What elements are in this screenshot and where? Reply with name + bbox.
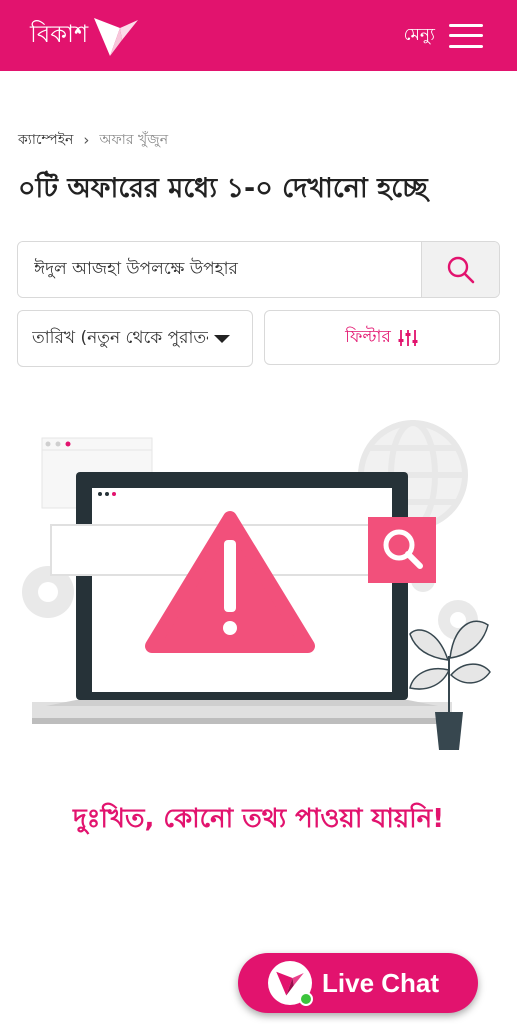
- logo-text: বিকাশ: [30, 19, 89, 48]
- plant-icon: [409, 620, 491, 750]
- filter-button[interactable]: ফিল্টার: [264, 310, 500, 365]
- sort-selected-value: তারিখ (নতুন থেকে পুরাতন): [32, 327, 208, 348]
- search-input[interactable]: [18, 242, 421, 297]
- page-title: ০টি অফারের মধ্যে ১-০ দেখানো হচ্ছে: [18, 173, 428, 204]
- live-chat-label: Live Chat: [322, 967, 440, 998]
- online-status-dot: [299, 992, 313, 1006]
- search-icon: [447, 256, 474, 283]
- caret-down-icon: [214, 334, 230, 343]
- bkash-chat-avatar: [268, 961, 313, 1006]
- no-results-illustration: [22, 420, 491, 750]
- sliders-icon: [398, 329, 418, 346]
- live-chat-button[interactable]: Live Chat: [238, 953, 478, 1013]
- breadcrumb-current: অফার খুঁজুন: [99, 132, 169, 148]
- menu-button[interactable]: মেন্যু: [404, 22, 483, 50]
- chevron-right-icon: ›: [83, 131, 90, 149]
- search-box: [17, 241, 500, 298]
- top-header: বিকাশ মেন্যু: [0, 0, 517, 71]
- search-button[interactable]: [421, 242, 499, 297]
- sort-dropdown[interactable]: তারিখ (নতুন থেকে পুরাতন): [17, 310, 253, 367]
- bird-logo-icon: [94, 17, 139, 56]
- empty-state-message: দুঃখিত, কোনো তথ্য পাওয়া যায়নি!: [72, 804, 445, 834]
- hamburger-icon: [449, 23, 483, 48]
- filter-label: ফিল্টার: [345, 326, 391, 347]
- menu-label: মেন্যু: [403, 24, 435, 45]
- bkash-logo[interactable]: বিকাশ: [30, 14, 140, 58]
- breadcrumb: ক্যাম্পেইন › অফার খুঁজুন: [18, 128, 168, 152]
- breadcrumb-campaign-link[interactable]: ক্যাম্পেইন: [18, 128, 73, 152]
